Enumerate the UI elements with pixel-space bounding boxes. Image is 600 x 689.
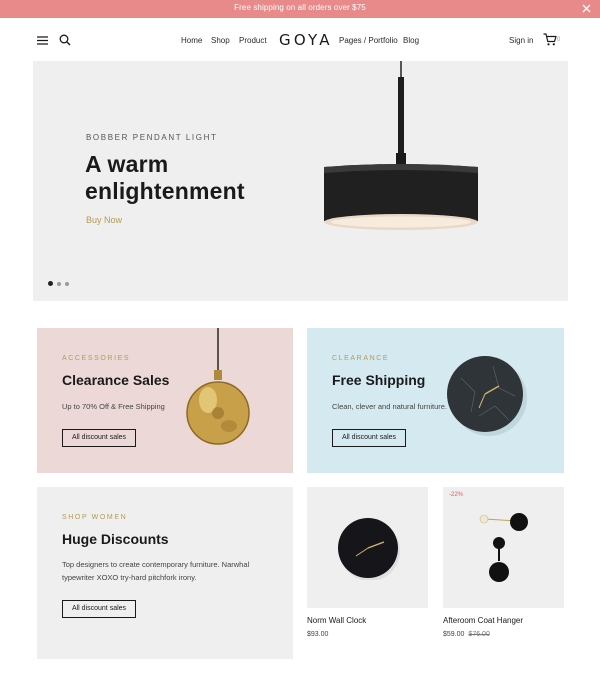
all-discount-sales-button[interactable]: All discount sales xyxy=(332,429,406,447)
slider-dot-1[interactable] xyxy=(48,281,53,286)
gold-bulb-lamp-image xyxy=(186,328,250,445)
pendant-lamp-image xyxy=(324,61,478,230)
product-name[interactable]: Afteroom Coat Hanger xyxy=(443,616,523,625)
search-icon[interactable] xyxy=(59,34,71,46)
product-image[interactable]: -22% xyxy=(443,487,564,608)
nav-product[interactable]: Product xyxy=(239,36,267,45)
promo-desc: Clean, clever and natural furniture. xyxy=(332,402,448,411)
product-price: $59.00 $76.00 xyxy=(443,631,490,638)
marble-wall-clock-image xyxy=(447,356,527,436)
cart-icon[interactable] xyxy=(543,33,557,46)
product-price: $93.00 xyxy=(307,631,329,638)
promo-eyebrow: SHOP WOMEN xyxy=(62,514,128,521)
hero-eyebrow: BOBBER PENDANT LIGHT xyxy=(86,133,218,142)
promo-eyebrow: ACCESSORIES xyxy=(62,355,131,362)
black-wall-clock-image xyxy=(338,518,400,580)
product-card-norm-wall-clock[interactable]: Norm Wall Clock $93.00 xyxy=(307,487,428,638)
promo-title: Free Shipping xyxy=(332,372,426,388)
promo-desc: Up to 70% Off & Free Shipping xyxy=(62,402,165,411)
product-card-afteroom-coat-hanger[interactable]: -22% Afteroom Coat Hanger $59.00 $76.00 xyxy=(443,487,564,638)
nav-blog[interactable]: Blog xyxy=(403,36,419,45)
all-discount-sales-button[interactable]: All discount sales xyxy=(62,600,136,618)
promo-desc-line1: Top designers to create contemporary fur… xyxy=(62,560,250,569)
product-name[interactable]: Norm Wall Clock xyxy=(307,616,366,625)
all-discount-sales-button[interactable]: All discount sales xyxy=(62,429,136,447)
announcement-bar: Free shipping on all orders over $75 xyxy=(0,0,600,18)
promo-desc-line2: typewriter XOXO try-hard pitchfork irony… xyxy=(62,573,197,582)
promo-desc: Top designers to create contemporary fur… xyxy=(62,558,249,584)
hero-title: A warm enlightenment xyxy=(85,151,305,205)
promo-eyebrow: CLEARANCE xyxy=(332,355,390,362)
product-image[interactable] xyxy=(307,487,428,608)
nav-pages-portfolio[interactable]: Pages / Portfolio xyxy=(339,36,398,45)
promo-title: Clearance Sales xyxy=(62,372,170,388)
hero-slider-dots xyxy=(48,281,78,287)
cart-count: 0 xyxy=(557,37,561,43)
promo-card-shop-women: SHOP WOMEN Huge Discounts Top designers … xyxy=(37,487,293,659)
nav-home[interactable]: Home xyxy=(181,36,202,45)
coat-hanger-image xyxy=(479,513,528,582)
sale-badge: -22% xyxy=(449,492,464,498)
promo-title: Huge Discounts xyxy=(62,531,169,547)
site-header: Home Shop Product GOYA Pages / Portfolio… xyxy=(0,18,600,61)
site-logo[interactable]: GOYA xyxy=(279,31,333,49)
sign-in-link[interactable]: Sign in xyxy=(509,36,533,45)
hamburger-menu-icon[interactable] xyxy=(37,36,48,45)
hero-buy-now-link[interactable]: Buy Now xyxy=(86,215,122,225)
announcement-text: Free shipping on all orders over $75 xyxy=(234,3,366,12)
hero-title-line1: A warm xyxy=(85,151,169,177)
slider-dot-3[interactable] xyxy=(65,282,69,286)
hero-banner: BOBBER PENDANT LIGHT A warm enlightenmen… xyxy=(33,61,568,301)
product-old-price: $76.00 xyxy=(468,631,490,638)
product-sale-price: $59.00 xyxy=(443,631,465,638)
close-icon[interactable] xyxy=(581,3,592,14)
promo-card-accessories: ACCESSORIES Clearance Sales Up to 70% Of… xyxy=(37,328,293,473)
hero-title-line2: enlightenment xyxy=(85,178,245,204)
promo-card-clearance: CLEARANCE Free Shipping Clean, clever an… xyxy=(307,328,564,473)
nav-shop[interactable]: Shop xyxy=(211,36,230,45)
slider-dot-2[interactable] xyxy=(57,282,61,286)
